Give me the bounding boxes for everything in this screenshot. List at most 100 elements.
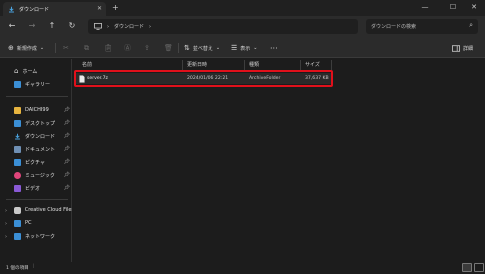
video-icon (14, 184, 21, 192)
pin-icon: 📌︎ (63, 133, 70, 139)
highlight-box (74, 70, 333, 87)
command-bar: ⊕ 新規作成 ⌄ ✂ ⧉ 📋︎ Ⓐ ⇪ 🗑︎ ⇅ 並べ替え ⌄ ☰ 表示 ⌄ ·… (0, 38, 485, 58)
rename-button[interactable]: Ⓐ (124, 42, 131, 54)
view-label: 表示 (240, 45, 251, 52)
trash-icon: 🗑︎ (164, 44, 173, 52)
pin-icon: 📌︎ (63, 146, 70, 152)
column-separator[interactable] (182, 60, 183, 70)
divider (6, 96, 68, 97)
network-icon (14, 232, 21, 240)
sidebar-item-downloads[interactable]: ダウンロード 📌︎ (14, 131, 70, 141)
title-bar: ダウンロード ✕ + — ☐ ✕ (0, 0, 485, 16)
tiles-view-button[interactable] (474, 263, 484, 272)
minimize-button[interactable]: — (413, 1, 437, 13)
chevron-right-icon[interactable]: › (5, 208, 7, 214)
view-button[interactable]: ☰ 表示 ⌄ (231, 42, 258, 54)
chevron-down-icon: ⌄ (215, 45, 221, 51)
sidebar-item-network[interactable]: ネットワーク (14, 231, 70, 241)
sidebar-item-gallery[interactable]: ギャラリー (14, 79, 70, 89)
monitor-icon (94, 23, 102, 30)
back-button[interactable]: ← (6, 20, 18, 32)
chevron-right-icon[interactable]: › (5, 234, 7, 240)
document-icon (14, 145, 21, 153)
column-header-date[interactable]: 更新日時 (187, 60, 207, 70)
search-input[interactable]: ダウンロードの検索 ⌕ (366, 19, 478, 34)
more-options-button[interactable]: ··· (270, 42, 278, 54)
close-button[interactable]: ✕ (462, 1, 485, 13)
sidebar-item-creative-cloud[interactable]: Creative Cloud Files (14, 205, 72, 215)
sort-label: 並べ替え (192, 45, 213, 52)
details-label: 詳細 (463, 45, 474, 52)
rename-icon: Ⓐ (124, 44, 131, 52)
download-icon (15, 133, 20, 139)
chevron-right-icon[interactable]: › (5, 221, 7, 227)
sidebar-item-home[interactable]: ⌂ ホーム (14, 66, 70, 76)
tab-close-icon[interactable]: ✕ (97, 5, 102, 12)
column-separator[interactable] (300, 60, 301, 70)
file-list: 名前 更新日時 種類 サイズ server.7z 2024/01/06 22:2… (73, 59, 485, 262)
tab-downloads[interactable]: ダウンロード ✕ (3, 2, 106, 16)
paste-button[interactable]: 📋︎ (104, 42, 113, 54)
download-folder-icon (9, 6, 14, 12)
sidebar-item-label: ホーム (22, 68, 38, 75)
picture-icon (14, 158, 21, 166)
add-icon: ⊕ (8, 44, 14, 52)
sidebar-item-pictures[interactable]: ピクチャ 📌︎ (14, 157, 70, 167)
status-divider: | (33, 264, 35, 269)
sidebar-item-label: ネットワーク (25, 233, 56, 240)
share-button[interactable]: ⇪ (144, 42, 150, 54)
sidebar-item-label: ビデオ (25, 185, 41, 192)
sidebar-item-desktop[interactable]: デスクトップ 📌︎ (14, 118, 70, 128)
new-button[interactable]: ⊕ 新規作成 ⌄ (8, 42, 44, 54)
column-header-size[interactable]: サイズ (305, 60, 320, 70)
sidebar-item-pc[interactable]: PC (14, 218, 70, 228)
details-pane-icon (452, 44, 460, 52)
sidebar-item-label: PC (25, 220, 32, 226)
pc-icon (14, 219, 21, 227)
column-separator[interactable] (244, 60, 245, 70)
more-icon: ··· (270, 43, 278, 53)
details-view-button[interactable] (462, 263, 472, 272)
column-header-type[interactable]: 種類 (249, 60, 259, 70)
details-pane-button[interactable]: 詳細 (452, 42, 473, 54)
sidebar-item-label: ミュージック (25, 172, 55, 179)
forward-button[interactable]: → (26, 20, 38, 32)
new-label: 新規作成 (16, 45, 37, 52)
sidebar-item-label: ドキュメント (25, 146, 56, 153)
sidebar-item-music[interactable]: ミュージック 📌︎ (14, 170, 70, 180)
address-bar[interactable]: › ダウンロード › (88, 19, 358, 34)
breadcrumb-downloads[interactable]: ダウンロード (114, 23, 144, 30)
new-tab-button[interactable]: + (112, 3, 119, 12)
chevron-right-icon: › (107, 23, 109, 30)
view-icon: ☰ (231, 44, 238, 52)
folder-icon (14, 106, 21, 114)
pin-icon: 📌︎ (63, 185, 70, 191)
sidebar-item-daichi99[interactable]: DAICHI99 📌︎ (14, 105, 70, 115)
navigation-pane: ⌂ ホーム ギャラリー DAICHI99 📌︎ デスクトップ 📌︎ ダウンロード… (0, 59, 72, 262)
delete-button[interactable]: 🗑︎ (164, 42, 173, 54)
copy-button[interactable]: ⧉ (84, 42, 89, 54)
column-header-name[interactable]: 名前 (82, 60, 92, 70)
pin-icon: 📌︎ (63, 107, 70, 113)
item-count: 1 個の項目 (6, 266, 29, 271)
home-icon: ⌂ (14, 67, 19, 75)
column-separator[interactable] (331, 60, 332, 70)
sidebar-item-label: ギャラリー (25, 81, 51, 88)
search-placeholder: ダウンロードの検索 (371, 24, 417, 30)
pin-icon: 📌︎ (63, 120, 70, 126)
sidebar-item-label: DAICHI99 (25, 107, 49, 113)
sidebar-item-label: Creative Cloud Files (24, 207, 72, 213)
up-button[interactable]: ↑ (46, 20, 58, 32)
refresh-button[interactable]: ↻ (66, 20, 78, 32)
sidebar-item-label: ピクチャ (25, 159, 45, 166)
divider (6, 199, 68, 200)
sidebar-item-documents[interactable]: ドキュメント 📌︎ (14, 144, 70, 154)
sidebar-item-videos[interactable]: ビデオ 📌︎ (14, 183, 70, 193)
sort-button[interactable]: ⇅ 並べ替え ⌄ (184, 42, 220, 54)
cut-icon: ✂ (63, 44, 69, 52)
sidebar-item-label: デスクトップ (25, 120, 56, 127)
tab-label: ダウンロード (19, 6, 50, 13)
search-icon: ⌕ (469, 21, 473, 29)
cut-button[interactable]: ✂ (63, 42, 69, 54)
creative-cloud-icon (14, 206, 21, 214)
